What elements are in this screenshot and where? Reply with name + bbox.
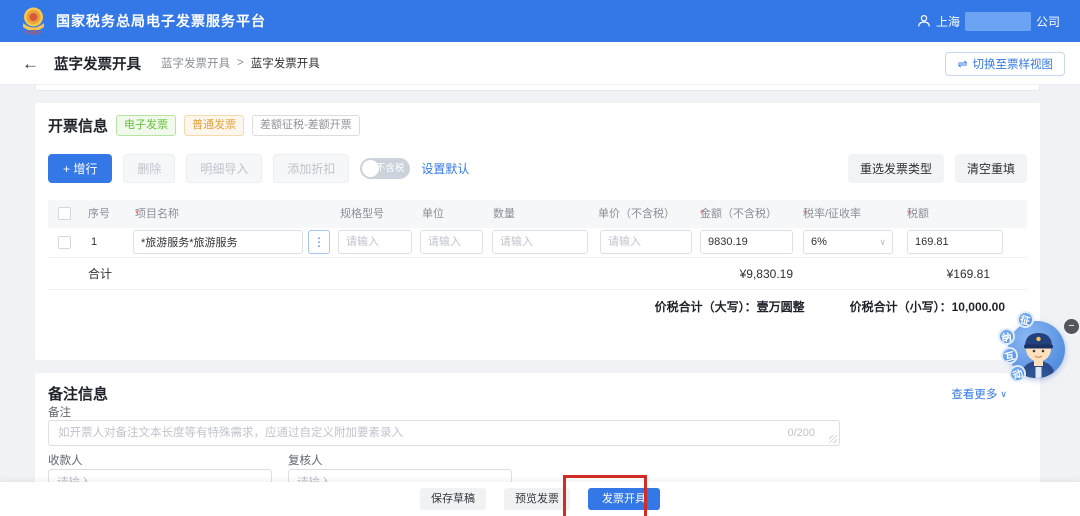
tag-ordinary-invoice: 普通发票 [184, 115, 244, 136]
clear-refill-button[interactable]: 清空重填 [955, 154, 1027, 183]
tax-excluded-toggle[interactable]: 不含税 [360, 158, 410, 179]
sum-row: 合计 ¥9,830.19 ¥169.81 [48, 258, 1027, 290]
col-tax: 税额 [907, 200, 929, 228]
tax-rate-value: 6% [811, 236, 827, 248]
amount-input[interactable] [700, 230, 793, 254]
switch-view-button[interactable]: ⇌ 切换至票样视图 [945, 52, 1065, 76]
company-name-prefix: 上海 [936, 13, 960, 30]
breadcrumb-bar: ← 蓝字发票开具 蓝字发票开具 > 蓝字发票开具 ⇌ 切换至票样视图 [0, 42, 1080, 85]
total-in-words: 价税合计（大写）：壹万圆整 [655, 298, 805, 315]
table-row: 1 ⋮ 6% ∨ [48, 227, 1027, 258]
company-name-suffix: 公司 [1036, 13, 1060, 30]
breadcrumb-separator: > [237, 57, 244, 69]
person-icon [917, 14, 931, 28]
view-more-label: 查看更多 [951, 386, 997, 402]
chevron-down-icon: ∨ [879, 231, 886, 253]
unit-input[interactable] [420, 230, 483, 254]
remark-label: 备注 [48, 404, 71, 420]
col-index: 序号 [88, 200, 110, 228]
remark-placeholder: 如开票人对备注文本长度等有特殊需求，应通过自定义附加要素录入 [58, 421, 403, 445]
swap-icon: ⇌ [957, 57, 967, 71]
col-spec: 规格型号 [340, 200, 384, 228]
resize-handle[interactable] [829, 435, 837, 443]
page-title: 蓝字发票开具 [54, 53, 141, 74]
remark-textarea[interactable]: 如开票人对备注文本长度等有特殊需求，应通过自定义附加要素录入 0/200 [48, 420, 840, 446]
breadcrumb: 蓝字发票开具 > 蓝字发票开具 [161, 55, 320, 71]
char-counter: 0/200 [787, 421, 815, 445]
items-table-header: 序号 *项目名称 规格型号 单位 数量 单价（不含税） *金额（不含税） *税率… [48, 200, 1027, 228]
invoice-title-row: 开票信息 电子发票 普通发票 差额征税-差额开票 [48, 115, 360, 136]
row-index: 1 [91, 227, 97, 258]
col-amount: 金额（不含税） [700, 200, 777, 228]
breadcrumb-item-current: 蓝字发票开具 [251, 55, 320, 71]
sum-amount: ¥9,830.19 [693, 258, 793, 290]
minimize-widget-button[interactable]: − [1064, 319, 1079, 334]
save-draft-button[interactable]: 保存草稿 [420, 488, 486, 510]
item-name-input[interactable] [133, 230, 303, 254]
reselect-invoice-type-button[interactable]: 重选发票类型 [848, 154, 944, 183]
col-rate: 税率/征收率 [803, 200, 861, 228]
scrolled-card-remnant [35, 85, 1040, 91]
chevron-down-icon: ∨ [1000, 389, 1007, 400]
tax-amount-input[interactable] [907, 230, 1003, 254]
sum-tax: ¥169.81 [903, 258, 990, 290]
plus-icon: + [63, 162, 70, 176]
spec-input[interactable] [338, 230, 412, 254]
tax-bureau-logo-icon: 中国税务 [20, 6, 47, 36]
col-unit: 单位 [422, 200, 444, 228]
item-more-button[interactable]: ⋮ [308, 230, 330, 254]
total-in-figures: 价税合计（小写）：10,000.00 [850, 298, 1005, 315]
reviewer-label: 复核人 [288, 452, 323, 468]
select-all-checkbox[interactable] [58, 207, 71, 220]
col-qty: 数量 [493, 200, 515, 228]
breadcrumb-item[interactable]: 蓝字发票开具 [161, 55, 230, 71]
sum-label: 合计 [88, 258, 112, 290]
header-user-area[interactable]: 上海 公司 [917, 12, 1060, 31]
page: 中国税务 国家税务总局电子发票服务平台 上海 公司 ← 蓝字发票开具 蓝字发票开… [0, 0, 1080, 516]
payee-label: 收款人 [48, 452, 83, 468]
back-arrow-icon[interactable]: ← [22, 55, 39, 72]
invoice-info-card: 开票信息 电子发票 普通发票 差额征税-差额开票 + 增行 删除 明细导入 添加… [35, 103, 1040, 360]
row-checkbox[interactable] [58, 236, 71, 249]
tag-differential-tax: 差额征税-差额开票 [252, 115, 360, 136]
price-input[interactable] [600, 230, 692, 254]
app-header: 中国税务 国家税务总局电子发票服务平台 上海 公司 [0, 0, 1080, 42]
footer-action-bar: 保存草稿 预览发票 发票开具 [0, 482, 1080, 516]
grand-totals-row: 价税合计（大写）：壹万圆整 价税合计（小写）：10,000.00 [48, 290, 1027, 322]
redacted-company-name [965, 12, 1031, 31]
tax-rate-select[interactable]: 6% ∨ [803, 230, 893, 254]
col-name: 项目名称 [135, 200, 179, 228]
switch-view-label: 切换至票样视图 [973, 56, 1054, 72]
tag-electronic-invoice: 电子发票 [116, 115, 176, 136]
add-discount-button[interactable]: 添加折扣 [273, 154, 349, 183]
add-row-button[interactable]: + 增行 [48, 154, 112, 183]
logo-caption: 中国税务 [25, 29, 43, 36]
issue-invoice-button[interactable]: 发票开具 [588, 488, 660, 510]
invoice-toolbar: + 增行 删除 明细导入 添加折扣 不含税 设置默认 重选发票类型 清空重填 [48, 155, 1027, 181]
delete-button[interactable]: 删除 [123, 154, 175, 183]
col-price: 单价（不含税） [598, 200, 675, 228]
import-detail-button[interactable]: 明细导入 [186, 154, 262, 183]
toggle-label: 不含税 [376, 158, 405, 179]
preview-invoice-button[interactable]: 预览发票 [504, 488, 570, 510]
tax-interaction-widget[interactable]: 征 纳 互 动 [992, 308, 1078, 390]
section-title-remark: 备注信息 [48, 383, 108, 404]
set-default-link[interactable]: 设置默认 [421, 160, 469, 177]
add-row-label: 增行 [73, 162, 97, 176]
app-title: 国家税务总局电子发票服务平台 [56, 11, 266, 31]
section-title-invoice: 开票信息 [48, 115, 108, 136]
qty-input[interactable] [492, 230, 588, 254]
